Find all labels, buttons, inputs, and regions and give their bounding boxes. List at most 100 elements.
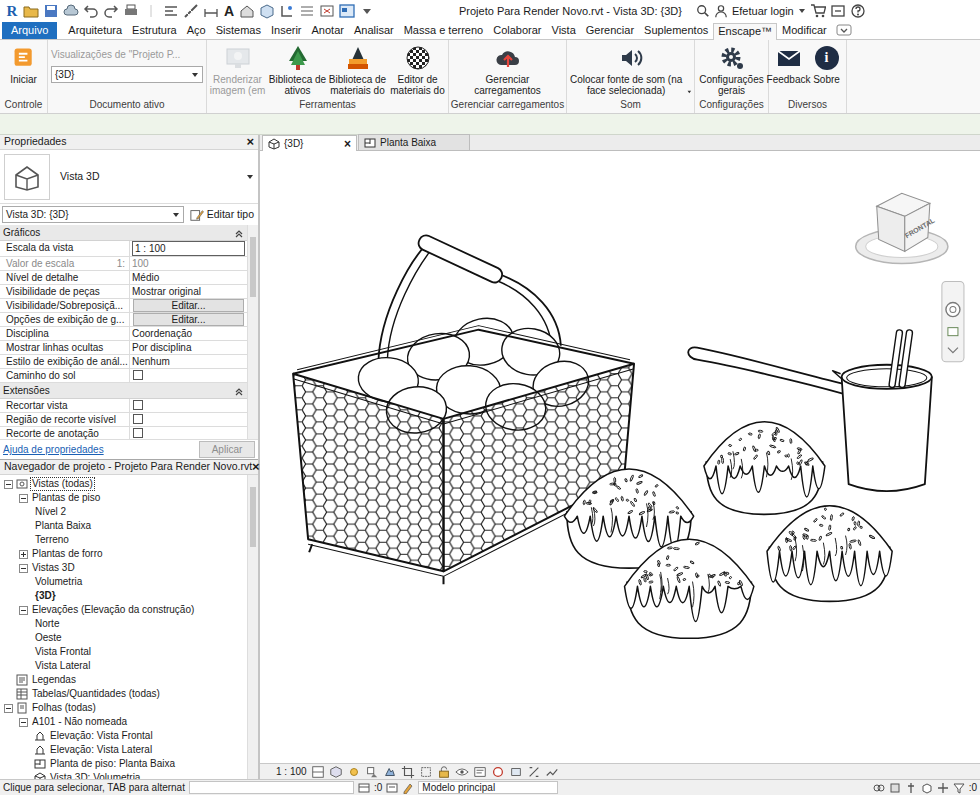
view-tab[interactable]: Planta Baixa [358, 134, 470, 150]
select-by-face-icon[interactable] [921, 782, 933, 794]
ribbon-tab[interactable]: Aço [182, 22, 211, 39]
select-links-icon[interactable] [873, 782, 885, 794]
type-selector[interactable]: Vista 3D [0, 150, 258, 204]
filter-icon[interactable] [953, 782, 965, 794]
properties-help-link[interactable]: Ajuda de propriedades [3, 442, 104, 457]
property-group-header[interactable]: Extensões [0, 383, 247, 399]
tree-item[interactable]: Elevação: Vista Lateral [0, 743, 247, 757]
viewcube-face-label[interactable]: FRONTAL [904, 216, 937, 239]
collapse-icon[interactable] [234, 386, 244, 396]
property-value[interactable] [130, 399, 247, 412]
expand-toggle-icon[interactable] [4, 704, 13, 713]
ribbon-tab[interactable]: Modificar [777, 22, 832, 39]
dropdown-icon[interactable] [687, 88, 692, 96]
ribbon-button[interactable]: Renderizar imagem (em [208, 43, 268, 98]
property-value[interactable]: Editar... [130, 313, 247, 326]
crop-region-icon[interactable] [419, 765, 433, 779]
tree-item[interactable]: Vistas (todas) [0, 477, 247, 491]
ribbon-tab[interactable]: Colaborar [488, 22, 546, 39]
open-icon[interactable] [23, 3, 39, 19]
dropdown-icon[interactable] [246, 173, 254, 181]
property-value[interactable]: Editar... [130, 299, 247, 312]
dropdown-icon[interactable] [798, 7, 806, 15]
dropdown-icon[interactable] [359, 3, 375, 19]
constraints-icon[interactable] [527, 765, 541, 779]
tree-item[interactable]: Vista Lateral [0, 659, 247, 673]
separator-icon[interactable] [143, 3, 159, 19]
3d-view-canvas[interactable]: FRONTAL [260, 151, 980, 763]
drag-elements-icon[interactable] [937, 782, 949, 794]
ribbon-button[interactable]: Feedback [770, 43, 808, 98]
user-icon[interactable] [714, 4, 728, 18]
tree-item[interactable]: Folhas (todas) [0, 701, 247, 715]
expand-toggle-icon[interactable] [19, 606, 28, 615]
status-field[interactable] [189, 781, 354, 794]
edit-type-button[interactable]: Editar tipo [188, 207, 256, 223]
view-scale[interactable]: 1 : 100 [276, 764, 307, 779]
thin-lines-icon[interactable] [299, 3, 315, 19]
close-tab-button[interactable]: × [344, 138, 351, 150]
viewcube[interactable]: FRONTAL [856, 193, 948, 263]
property-value[interactable]: Mostrar original [130, 285, 247, 298]
property-checkbox[interactable] [133, 428, 143, 438]
property-value[interactable] [130, 369, 247, 382]
property-value[interactable] [130, 413, 247, 426]
expand-toggle-icon[interactable] [19, 550, 28, 559]
tag-icon[interactable] [239, 3, 255, 19]
tree-item[interactable]: Legendas [0, 673, 247, 687]
expand-toggle-icon[interactable] [19, 564, 28, 573]
ribbon-tab[interactable]: Arquitetura [63, 22, 127, 39]
tree-item[interactable]: Nível 2 [0, 505, 247, 519]
save-icon[interactable] [43, 3, 59, 19]
select-pinned-icon[interactable] [905, 782, 917, 794]
tree-item[interactable]: Tabelas/Quantidades (todas) [0, 687, 247, 701]
ribbon-tab[interactable]: Gerenciar [581, 22, 639, 39]
ribbon-button[interactable]: Gerenciar carregamentos [451, 43, 565, 98]
scrollbar[interactable] [247, 475, 258, 779]
cart-icon[interactable] [810, 4, 826, 18]
tree-item[interactable]: Elevação: Vista Frontal [0, 729, 247, 743]
exchange-icon[interactable] [830, 3, 846, 19]
tree-item[interactable]: Planta de piso: Planta Baixa [0, 757, 247, 771]
tree-item[interactable]: Oeste [0, 631, 247, 645]
view-combo[interactable]: {3D} [51, 66, 203, 83]
redo-icon[interactable] [103, 3, 119, 19]
property-group-header[interactable]: Gráficos [0, 225, 247, 241]
ribbon-tab[interactable]: Anotar [307, 22, 349, 39]
apply-button[interactable]: Aplicar [199, 441, 255, 458]
crop-icon[interactable] [401, 765, 415, 779]
tree-item[interactable]: Plantas de forro [0, 547, 247, 561]
editable-only-icon[interactable] [402, 782, 414, 794]
switch-windows-icon[interactable] [339, 3, 355, 19]
property-checkbox[interactable] [133, 370, 143, 380]
ribbon-tab[interactable]: Vista [547, 22, 581, 39]
text-tool-button[interactable]: A [222, 3, 236, 19]
expand-toggle-icon[interactable] [4, 480, 13, 489]
3d-icon[interactable] [259, 3, 275, 19]
scrollbar[interactable] [247, 225, 258, 439]
ribbon-button[interactable]: Colocar fonte de som (na face selecionad… [569, 43, 693, 98]
property-value[interactable]: 1 : 100 [130, 241, 247, 256]
sync-icon[interactable] [63, 3, 79, 19]
ribbon-button[interactable]: Configurações gerais [697, 43, 767, 98]
ribbon-button[interactable]: Biblioteca de ativos [268, 43, 328, 98]
ribbon-tab[interactable]: Estrutura [127, 22, 182, 39]
temp-view-icon[interactable] [473, 765, 487, 779]
login-button[interactable]: Efetuar login [732, 3, 794, 20]
reveal-icon[interactable] [491, 765, 505, 779]
print-icon[interactable] [123, 3, 139, 19]
tree-item[interactable]: Norte [0, 617, 247, 631]
undo-icon[interactable] [83, 3, 99, 19]
instance-select[interactable]: Vista 3D: {3D} [2, 206, 184, 223]
help-icon[interactable] [850, 3, 866, 19]
sun-path-icon[interactable] [347, 765, 361, 779]
select-underlay-icon[interactable] [889, 782, 901, 794]
ribbon-tab[interactable]: Inserir [266, 22, 307, 39]
close-views-icon[interactable] [319, 3, 335, 19]
dimension-icon[interactable] [203, 3, 219, 19]
worksharing-icon[interactable] [509, 765, 523, 779]
tree-item[interactable]: {3D} [0, 589, 247, 603]
ribbon-tab[interactable]: Arquivo [2, 22, 57, 39]
search-icon[interactable] [696, 4, 710, 18]
property-checkbox[interactable] [133, 400, 143, 410]
